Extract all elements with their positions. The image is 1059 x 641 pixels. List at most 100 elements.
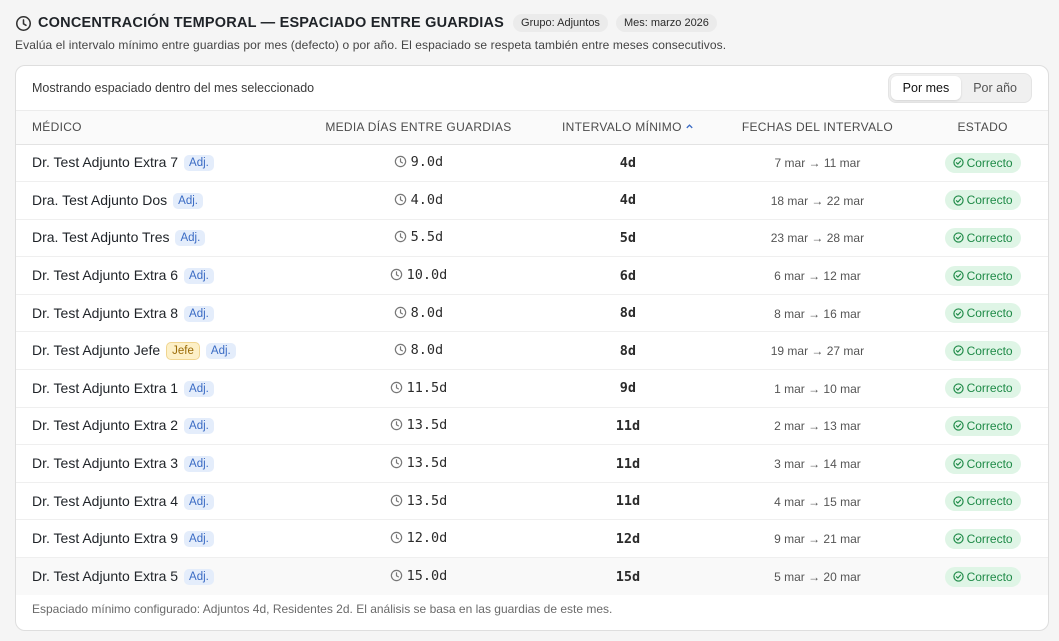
status-badge: Correcto [944, 491, 1021, 512]
table-row[interactable]: Dr. Test Adjunto Extra 7 Adj. 9.0d 4d 7 m… [16, 144, 1048, 182]
status-label: Correcto [966, 306, 1013, 321]
column-header-interval[interactable]: INTERVALO MÍNIMO [538, 111, 718, 144]
table-row[interactable]: Dr. Test Adjunto Extra 8 Adj. 8.0d 8d 8 m… [16, 294, 1048, 332]
avg-days-value: 11.5d [406, 379, 448, 396]
check-circle-icon [952, 420, 967, 432]
group-chip: Grupo: Adjuntos [513, 14, 608, 32]
status-cell: Correcto [917, 219, 1048, 257]
interval-dates: 19 mar → 27 mar [770, 344, 865, 359]
table-row[interactable]: Dr. Test Adjunto Extra 9 Adj. 12.0d 12d 9… [16, 520, 1048, 558]
doctor-name: Dr. Test Adjunto Extra 9 [32, 530, 179, 547]
card-toolbar: Mostrando espaciado dentro del mes selec… [16, 66, 1048, 111]
column-header-name[interactable]: MÉDICO [16, 111, 299, 144]
table-header-row: MÉDICO MEDIA DÍAS ENTRE GUARDIAS INTERVA… [16, 111, 1048, 144]
role-badge-adj: Adj. [184, 305, 214, 322]
column-header-avg[interactable]: MEDIA DÍAS ENTRE GUARDIAS [299, 111, 538, 144]
table-row[interactable]: Dr. Test Adjunto Extra 3 Adj. 13.5d 11d 3… [16, 445, 1048, 483]
status-badge: Correcto [944, 415, 1021, 436]
doctor-cell: Dr. Test Adjunto Extra 2 Adj. [16, 407, 299, 445]
interval-cell: 15d [538, 558, 718, 596]
interval-cell: 5d [538, 219, 718, 257]
interval-cell: 11d [538, 482, 718, 520]
clock-icon [390, 268, 403, 284]
status-cell: Correcto [917, 520, 1048, 558]
status-cell: Correcto [917, 370, 1048, 408]
interval-dates: 1 mar → 10 mar [774, 381, 861, 396]
toggle-by-year-button[interactable]: Por año [961, 76, 1029, 100]
title-row: CONCENTRACIÓN TEMPORAL — ESPACIADO ENTRE… [15, 12, 1049, 34]
interval-dates: 23 mar → 28 mar [770, 231, 865, 246]
table-row[interactable]: Dr. Test Adjunto Jefe Jefe Adj. 8.0d 8d 19… [16, 332, 1048, 370]
spacing-card: Mostrando espaciado dentro del mes selec… [15, 65, 1049, 631]
avg-days-value: 5.5d [410, 229, 444, 246]
role-badge-adj: Adj. [184, 268, 214, 285]
dates-cell: 8 mar → 16 mar [718, 294, 918, 332]
interval-cell: 11d [538, 445, 718, 483]
table-row[interactable]: Dra. Test Adjunto Tres Adj. 5.5d 5d 23 ma… [16, 219, 1048, 257]
role-badge-adj: Adj. [184, 493, 214, 510]
min-interval-value: 6d [619, 267, 637, 284]
status-label: Correcto [966, 343, 1013, 358]
doctor-cell: Dr. Test Adjunto Extra 3 Adj. [16, 445, 299, 483]
table-row[interactable]: Dr. Test Adjunto Extra 4 Adj. 13.5d 11d 4… [16, 482, 1048, 520]
dates-cell: 2 mar → 13 mar [718, 407, 918, 445]
column-header-dates[interactable]: FECHAS DEL INTERVALO [718, 111, 918, 144]
showing-text: Mostrando espaciado dentro del mes selec… [32, 81, 315, 95]
sort-ascending-icon [685, 123, 694, 134]
doctor-cell: Dr. Test Adjunto Extra 1 Adj. [16, 370, 299, 408]
avg-cell: 12.0d [299, 520, 538, 558]
footnote: Espaciado mínimo configurado: Adjuntos 4… [32, 602, 613, 616]
avg-cell: 8.0d [299, 332, 538, 370]
dates-cell: 5 mar → 20 mar [718, 558, 918, 596]
role-badge-adj: Adj. [184, 531, 214, 548]
avg-cell: 11.5d [299, 370, 538, 408]
status-label: Correcto [966, 230, 1013, 245]
status-label: Correcto [966, 155, 1013, 170]
avg-cell: 10.0d [299, 257, 538, 295]
avg-days-value: 12.0d [406, 530, 448, 547]
status-label: Correcto [966, 569, 1013, 584]
avg-cell: 13.5d [299, 407, 538, 445]
doctor-cell: Dr. Test Adjunto Extra 6 Adj. [16, 257, 299, 295]
table-row[interactable]: Dr. Test Adjunto Extra 6 Adj. 10.0d 6d 6 … [16, 257, 1048, 295]
dates-cell: 23 mar → 28 mar [718, 219, 918, 257]
status-cell: Correcto [917, 144, 1048, 182]
clock-icon [390, 569, 403, 585]
avg-cell: 13.5d [299, 482, 538, 520]
dates-cell: 7 mar → 11 mar [718, 144, 918, 182]
status-badge: Correcto [944, 190, 1021, 211]
status-cell: Correcto [917, 445, 1048, 483]
table-row[interactable]: Dr. Test Adjunto Extra 2 Adj. 13.5d 11d 2… [16, 407, 1048, 445]
status-cell: Correcto [917, 294, 1048, 332]
clock-icon [390, 531, 403, 547]
dates-cell: 19 mar → 27 mar [718, 332, 918, 370]
table-row[interactable]: Dr. Test Adjunto Extra 5 Adj. 15.0d 15d 5… [16, 557, 1048, 596]
table-row[interactable]: Dr. Test Adjunto Extra 1 Adj. 11.5d 9d 1 … [16, 370, 1048, 408]
doctor-name: Dra. Test Adjunto Tres [32, 229, 170, 246]
status-badge: Correcto [944, 152, 1021, 173]
check-circle-icon [952, 495, 967, 507]
status-label: Correcto [966, 456, 1013, 471]
avg-days-value: 9.0d [410, 154, 444, 171]
avg-days-value: 10.0d [406, 267, 448, 284]
avg-days-value: 8.0d [410, 304, 444, 321]
interval-cell: 6d [538, 257, 718, 295]
spacing-table: MÉDICO MEDIA DÍAS ENTRE GUARDIAS INTERVA… [16, 111, 1048, 596]
toggle-by-month-button[interactable]: Por mes [890, 76, 962, 100]
clock-icon [390, 494, 403, 510]
page-subtitle: Evalúa el intervalo mínimo entre guardia… [15, 38, 727, 52]
check-circle-icon [952, 195, 967, 206]
role-badge-adj: Adj. [184, 418, 214, 435]
avg-cell: 9.0d [299, 144, 538, 182]
interval-dates: 6 mar → 12 mar [774, 269, 861, 284]
role-badge-adj: Adj. [205, 342, 236, 359]
interval-cell: 4d [538, 182, 718, 220]
clock-icon [394, 193, 407, 209]
role-badge-adj: Adj. [184, 155, 214, 172]
clock-icon [390, 381, 403, 397]
min-interval-value: 8d [619, 342, 637, 359]
table-row[interactable]: Dra. Test Adjunto Dos Adj. 4.0d 4d 18 mar… [16, 182, 1048, 220]
dates-cell: 18 mar → 22 mar [718, 182, 918, 220]
column-header-interval-label: INTERVALO MÍNIMO [562, 120, 682, 135]
column-header-status[interactable]: ESTADO [917, 111, 1048, 144]
